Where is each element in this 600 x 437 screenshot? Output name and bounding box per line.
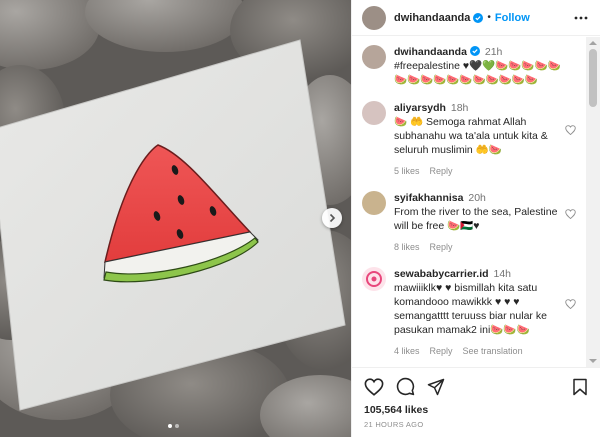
carousel-indicator: [168, 424, 179, 428]
comment-like-button[interactable]: [565, 209, 576, 222]
reply-button[interactable]: Reply: [430, 344, 453, 358]
comment-username[interactable]: aliyarsydh: [394, 102, 446, 114]
chevron-right-icon: [329, 213, 336, 223]
likes-count[interactable]: 105,564 likes: [364, 404, 588, 416]
bookmark-icon: [573, 378, 587, 395]
heart-outline-icon: [364, 377, 384, 396]
like-button[interactable]: [364, 377, 384, 396]
comment-username[interactable]: sewababycarrier.id: [394, 268, 489, 280]
comment-button[interactable]: [396, 377, 415, 396]
comment-text: From the river to the sea, Palestine wil…: [394, 206, 558, 232]
share-button[interactable]: [427, 378, 445, 396]
comment-username[interactable]: syifakhannisa: [394, 192, 463, 204]
heart-outline-icon: [565, 125, 576, 136]
comment-likes[interactable]: 8 likes: [394, 240, 420, 254]
comment-item: aliyarsydh 18h 🍉 🤲 Semoga rahmat Allah s…: [362, 101, 578, 178]
more-options-button[interactable]: [574, 16, 588, 20]
caption-text: #freepalestine ♥🖤💚🍉🍉🍉🍉🍉🍉🍉🍉🍉🍉🍉🍉🍉🍉🍉🍉: [394, 60, 561, 86]
separator: •: [487, 12, 491, 23]
post-actions: 105,564 likes 21 HOURS AGO: [352, 367, 600, 437]
author-avatar[interactable]: [362, 5, 386, 30]
comment-text: mawiiiklk♥ ♥ bismillah kita satu komando…: [394, 282, 547, 336]
commenter-avatar[interactable]: [362, 101, 386, 125]
caption-time: 21h: [484, 46, 503, 58]
comment-time: 14h: [493, 268, 512, 280]
comment-item: sewababycarrier.id 14h mawiiiklk♥ ♥ bism…: [362, 267, 578, 358]
next-image-button[interactable]: [322, 208, 342, 228]
comment-likes[interactable]: 5 likes: [394, 164, 420, 178]
commenter-avatar[interactable]: [362, 267, 386, 291]
post-sidebar: dwihandaanda • Follow dwihandaanda 21h #…: [351, 0, 600, 437]
heart-outline-icon: [565, 299, 576, 310]
comment-like-button[interactable]: [565, 299, 576, 312]
author-username[interactable]: dwihandaanda: [394, 12, 470, 24]
verified-badge-icon: [473, 12, 484, 23]
paper-plane-icon: [427, 378, 445, 395]
comment-time: 20h: [468, 192, 486, 204]
comment-like-button[interactable]: [565, 125, 576, 138]
comment-item: syifakhannisa 20h From the river to the …: [362, 191, 578, 254]
comment-text: 🍉 🤲 Semoga rahmat Allah subhanahu wa ta'…: [394, 116, 548, 156]
more-horizontal-icon: [574, 16, 588, 19]
save-button[interactable]: [572, 378, 588, 396]
carousel-dot: [175, 424, 179, 428]
post-header: dwihandaanda • Follow: [352, 0, 600, 36]
brand-logo-icon: [366, 271, 382, 287]
carousel-dot: [168, 424, 172, 428]
comment-icon: [396, 377, 415, 396]
comment-likes[interactable]: 4 likes: [394, 344, 420, 358]
comments-scrollbar[interactable]: [586, 37, 600, 367]
caption-username[interactable]: dwihandaanda: [394, 46, 467, 58]
scrollbar-thumb[interactable]: [589, 49, 597, 107]
scroll-down-arrow[interactable]: [589, 359, 597, 363]
heart-outline-icon: [565, 209, 576, 220]
post-caption: dwihandaanda 21h #freepalestine ♥🖤💚🍉🍉🍉🍉🍉…: [362, 45, 578, 87]
reply-button[interactable]: Reply: [430, 240, 453, 254]
post-image[interactable]: [0, 0, 351, 437]
comment-time: 18h: [450, 102, 469, 114]
verified-badge-icon: [469, 46, 480, 56]
post-timestamp: 21 HOURS AGO: [364, 420, 424, 429]
pebbles-background-photo: [0, 0, 351, 437]
see-translation-button[interactable]: See translation: [463, 344, 523, 358]
follow-button[interactable]: Follow: [495, 12, 530, 24]
comments-list[interactable]: dwihandaanda 21h #freepalestine ♥🖤💚🍉🍉🍉🍉🍉…: [352, 37, 586, 367]
author-avatar[interactable]: [362, 45, 386, 69]
commenter-avatar[interactable]: [362, 191, 386, 215]
scroll-up-arrow[interactable]: [589, 41, 597, 45]
reply-button[interactable]: Reply: [430, 164, 453, 178]
